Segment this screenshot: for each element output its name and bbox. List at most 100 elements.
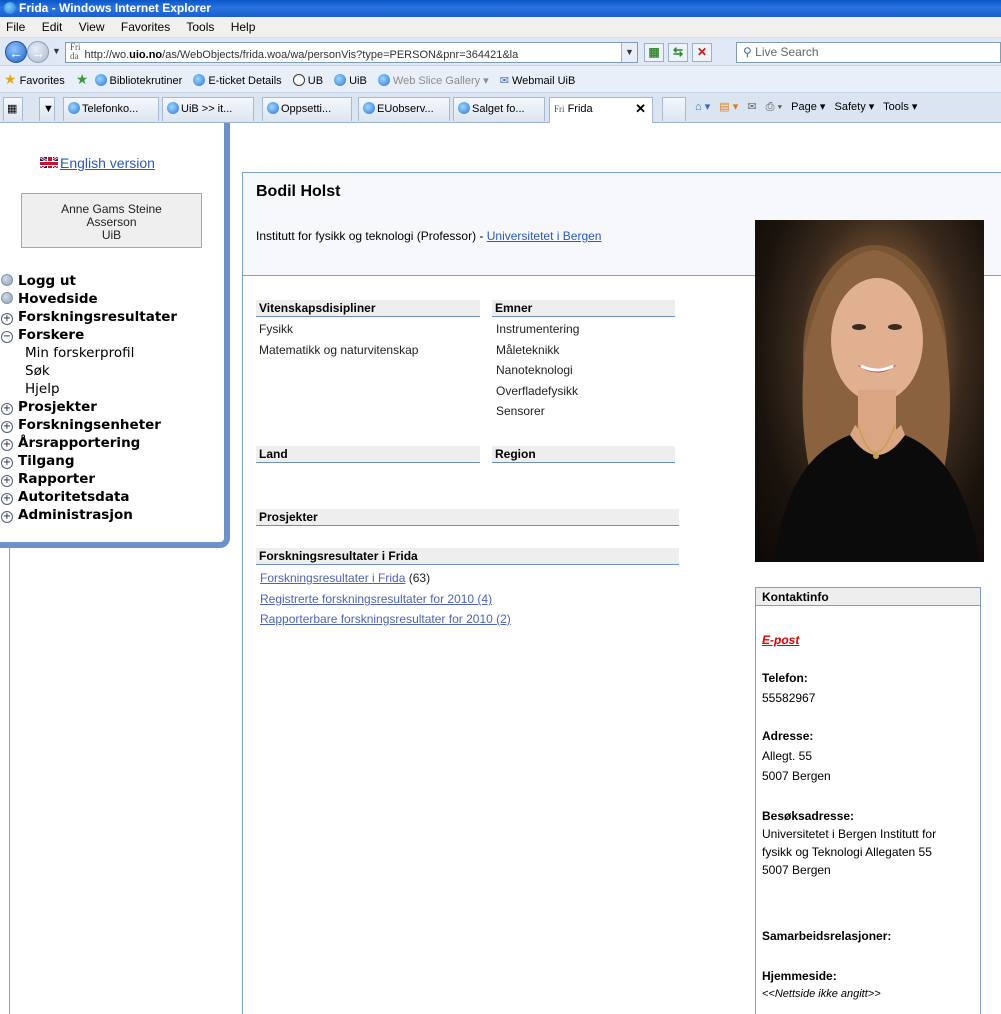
fav-webmail[interactable]: Webmail UiB <box>512 75 575 87</box>
search-icon: ⚲ <box>743 45 752 59</box>
favorites-button[interactable]: Favorites <box>20 75 65 87</box>
sidebar-item-forskere[interactable]: − Forskere <box>0 326 224 344</box>
sidebar-item-sok[interactable]: Søk <box>0 362 224 380</box>
safety-menu[interactable]: Safety ▾ <box>835 101 875 113</box>
url-field[interactable]: Fri da http://wo.uio.no/as/WebObjects/frid… <box>65 42 638 63</box>
topic-item: Instrumentering <box>496 322 580 336</box>
favorites-star-icon[interactable]: ★ <box>4 71 17 87</box>
sidebar-item-hjelp[interactable]: Hjelp <box>0 380 224 398</box>
results-header: Forskningsresultater i Frida <box>256 548 679 565</box>
person-name: Bodil Holst <box>256 183 341 200</box>
menu-help[interactable]: Help <box>231 20 256 34</box>
forward-button[interactable]: → <box>27 41 49 63</box>
address-line2: 5007 Bergen <box>762 769 831 783</box>
home-icon[interactable]: ⌂ ▾ <box>695 101 710 113</box>
history-dropdown-icon[interactable]: ▼ <box>52 46 61 56</box>
address-label: Adresse: <box>762 729 814 743</box>
expand-icon: + <box>1 313 13 325</box>
menu-view[interactable]: View <box>79 20 105 34</box>
email-link[interactable]: E-post <box>762 633 799 647</box>
tab-oppsetti[interactable]: Oppsetti... <box>262 97 352 121</box>
registered-results-link[interactable]: Registrerte forskningsresultater for 201… <box>260 592 492 606</box>
sidebar-item-administrasjon[interactable]: + Administrasjon <box>0 506 224 524</box>
tab-salget[interactable]: Salget fo... <box>453 97 545 121</box>
close-tab-icon[interactable]: ✕ <box>635 98 646 120</box>
english-version-link[interactable]: English version <box>40 155 155 171</box>
feeds-icon[interactable]: ▤ ▾ <box>719 101 738 113</box>
command-bar: ⌂ ▾ ▤ ▾ ✉ ⎙ ▾ Page ▾ Safety ▾ Tools ▾ <box>695 97 923 117</box>
topics-list: Instrumentering Måleteknikk Nanoteknolog… <box>496 319 579 422</box>
window-title: Frida - Windows Internet Explorer <box>19 1 211 15</box>
compatibility-view-icon[interactable]: ▦ <box>644 43 664 62</box>
ie-page-icon <box>458 102 470 114</box>
tab-uib[interactable]: UiB >> it... <box>162 97 254 121</box>
new-tab-button[interactable] <box>662 97 686 121</box>
contact-panel: Kontaktinfo E-post Telefon: 55582967 Adr… <box>755 587 981 1014</box>
add-favorites-icon[interactable]: ★ <box>76 71 89 87</box>
fav-bibliotekrutiner[interactable]: Bibliotekrutiner <box>110 75 183 87</box>
topic-item: Nanoteknologi <box>496 363 573 377</box>
read-mail-icon[interactable]: ✉ <box>747 101 756 113</box>
menu-edit[interactable]: Edit <box>42 20 63 34</box>
page-menu[interactable]: Page ▾ <box>791 101 825 113</box>
sidebar-item-forskningsresultater[interactable]: + Forskningsresultater <box>0 308 224 326</box>
favorites-bar: ★ Favorites ★ Bibliotekrutiner E-ticket D… <box>0 66 1001 93</box>
tab-telefonko[interactable]: Telefonko... <box>63 97 159 121</box>
tools-menu[interactable]: Tools ▾ <box>883 101 917 113</box>
sidebar-item-rapporter[interactable]: + Rapporter <box>0 470 224 488</box>
fav-eticket[interactable]: E-ticket Details <box>208 75 281 87</box>
tab-list-dropdown-icon[interactable]: ▼ <box>39 97 55 121</box>
current-user-box: Anne Gams Steine Asserson UiB <box>21 193 202 248</box>
ie-page-icon <box>363 102 375 114</box>
sidebar-item-logg-ut[interactable]: Logg ut <box>0 272 224 290</box>
fav-ub[interactable]: UB <box>308 75 323 87</box>
registered-row: Registrerte forskningsresultater for 201… <box>260 592 492 606</box>
reportable-results-link[interactable]: Rapporterbare forskningsresultater for 2… <box>260 612 511 626</box>
sidebar-item-min-forskerprofil[interactable]: Min forskerprofil <box>0 344 224 362</box>
mail-icon: ✉ <box>499 75 509 87</box>
sidebar-item-prosjekter[interactable]: + Prosjekter <box>0 398 224 416</box>
back-button[interactable]: ← <box>5 41 27 63</box>
frida-favicon-icon: Fri <box>554 104 565 114</box>
fav-web-slice-gallery[interactable]: Web Slice Gallery ▾ <box>393 75 489 87</box>
ie-page-icon <box>334 74 347 86</box>
sidebar-item-tilgang[interactable]: + Tilgang <box>0 452 224 470</box>
sidebar-item-hovedside[interactable]: Hovedside <box>0 290 224 308</box>
sidebar-item-arsrapportering[interactable]: + Årsrapportering <box>0 434 224 452</box>
expand-icon: + <box>1 511 13 523</box>
quick-tabs-icon[interactable]: ▦ <box>3 97 23 121</box>
land-header: Land <box>256 446 480 463</box>
sidebar-menu: Logg ut Hovedside + Forskningsresultater … <box>0 272 224 524</box>
sidebar-item-autoritetsdata[interactable]: + Autoritetsdata <box>0 488 224 506</box>
menu-tools[interactable]: Tools <box>186 20 214 34</box>
university-link[interactable]: Universitetet i Bergen <box>487 229 602 243</box>
topic-item: Måleteknikk <box>496 342 560 357</box>
search-input[interactable]: ⚲ Live Search <box>736 42 1001 63</box>
expand-icon: + <box>1 439 13 451</box>
menu-favorites[interactable]: Favorites <box>121 20 170 34</box>
stop-icon[interactable]: ✕ <box>692 43 712 62</box>
menu-file[interactable]: File <box>6 20 25 34</box>
results-link[interactable]: Forskningsresultater i Frida <box>260 571 405 585</box>
print-icon[interactable]: ⎙ ▾ <box>766 101 782 113</box>
url-dropdown-icon[interactable]: ▼ <box>621 43 637 62</box>
results-count: (63) <box>408 571 431 585</box>
address-bar: ← → ▼ Fri da http://wo.uio.no/as/WebObject… <box>0 38 1001 66</box>
bullet-icon <box>1 274 13 286</box>
ie-page-icon <box>94 74 107 86</box>
uk-flag-icon <box>40 157 58 168</box>
sidebar-item-forskningsenheter[interactable]: + Forskningsenheter <box>0 416 224 434</box>
tab-euobserv[interactable]: EUobserv... <box>358 97 450 121</box>
refresh-icon[interactable]: ⇆ <box>668 43 688 62</box>
ie-page-icon <box>68 102 80 114</box>
ie-logo-icon <box>4 2 16 14</box>
tab-frida[interactable]: Fri Frida ✕ <box>549 97 653 123</box>
disciplines-header: Vitenskapsdisipliner <box>256 300 480 317</box>
discipline-item: Matematikk og naturvitenskap <box>259 342 419 357</box>
visit-address-line2: fysikk og Teknologi Allegaten 55 <box>762 845 932 859</box>
ie-page-icon <box>193 74 206 86</box>
fav-uib[interactable]: UiB <box>349 75 367 87</box>
visit-address-line1: Universitetet i Bergen Institutt for <box>762 827 937 841</box>
collapse-icon: − <box>1 331 13 343</box>
topics-header: Emner <box>492 300 675 317</box>
